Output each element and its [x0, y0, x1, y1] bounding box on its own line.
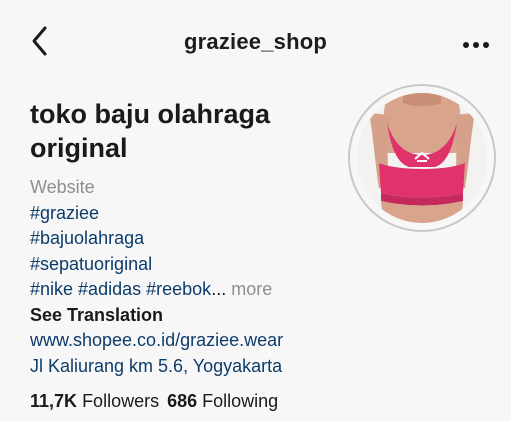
see-translation-link[interactable]: See Translation	[30, 303, 490, 329]
more-options-button[interactable]	[461, 40, 491, 50]
hashtag-link[interactable]: #bajuolahraga	[30, 228, 144, 248]
bio-line: #graziee	[30, 201, 490, 227]
bio-ellipsis: ...	[211, 279, 227, 299]
profile-category: Website	[30, 177, 95, 197]
followers-count: 11,7K	[30, 391, 78, 411]
hashtag-link[interactable]: #adidas	[78, 279, 141, 299]
hashtag-link[interactable]: #reebok	[146, 279, 211, 299]
bio-line: #nike #adidas #reebok... more	[30, 277, 490, 303]
more-horizontal-icon	[463, 42, 489, 48]
following-label: Following	[202, 391, 279, 411]
following-count: 686	[167, 391, 198, 411]
profile-name-line1: toko baju olahraga	[30, 99, 271, 129]
website-link[interactable]: www.shopee.co.id/graziee.wear	[30, 328, 490, 354]
profile-username: graziee_shop	[183, 29, 327, 54]
top-navigation-bar: graziee_shop	[0, 0, 511, 88]
bio-line: #bajuolahraga	[30, 226, 490, 252]
hashtag-link[interactable]: #sepatuoriginal	[30, 254, 152, 274]
profile-bio: Website #graziee #bajuolahraga #sepatuor…	[30, 175, 490, 379]
profile-display-name: toko baju olahraga original	[30, 97, 330, 165]
hashtag-link[interactable]: #nike	[30, 279, 73, 299]
hashtag-link[interactable]: #graziee	[30, 203, 99, 223]
following-stat[interactable]: 686 Following	[167, 391, 278, 411]
followers-label: Followers	[82, 391, 160, 411]
bio-line: #sepatuoriginal	[30, 252, 490, 278]
followers-stat[interactable]: 11,7K Followers	[30, 391, 159, 411]
address-link[interactable]: Jl Kaliurang km 5.6, Yogyakarta	[30, 354, 490, 380]
profile-name-line2: original	[30, 133, 128, 163]
profile-stats: 11,7K Followers 686 Following	[30, 391, 278, 412]
more-bio-link[interactable]: more	[231, 279, 272, 299]
